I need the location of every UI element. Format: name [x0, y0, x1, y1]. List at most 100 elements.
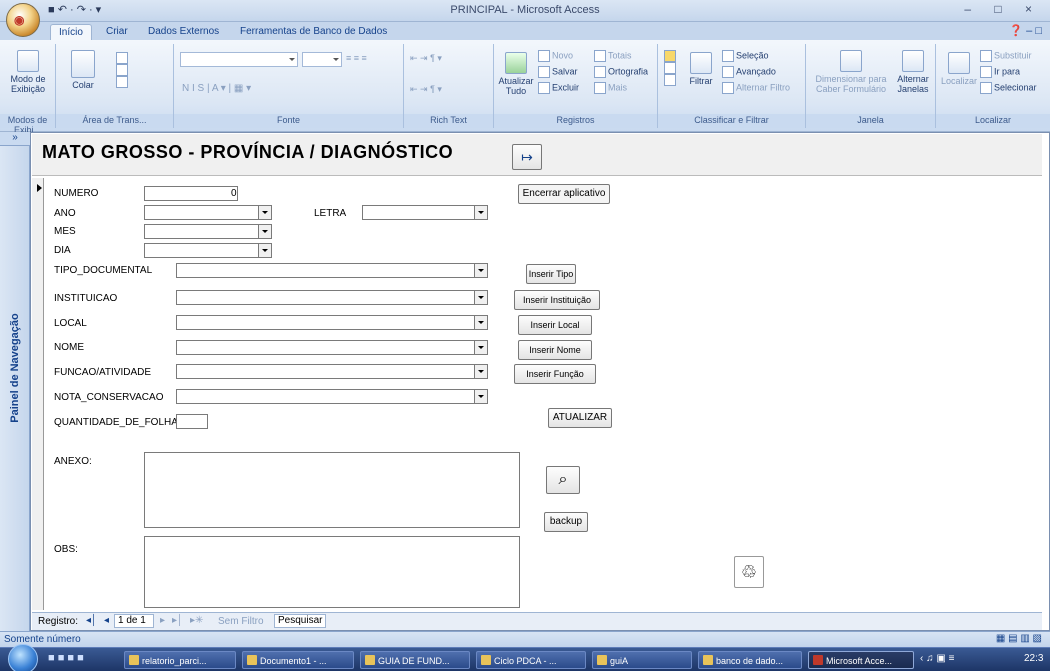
- inserir-local-button[interactable]: Inserir Local: [518, 315, 592, 335]
- inserir-instituicao-button[interactable]: Inserir Instituição: [514, 290, 600, 310]
- document-icon: [247, 655, 257, 665]
- font-name-combo[interactable]: [180, 52, 298, 67]
- help-controls[interactable]: ❓ – □: [1009, 24, 1042, 37]
- new-record-icon[interactable]: ▸✳: [190, 615, 203, 626]
- binoculars-icon: [948, 52, 970, 74]
- tab-ferramentas[interactable]: Ferramentas de Banco de Dados: [232, 24, 395, 40]
- more-button[interactable]: Mais: [594, 82, 627, 94]
- toggle-filter-icon: [722, 82, 734, 94]
- office-button[interactable]: ◉: [6, 3, 40, 37]
- ribbon-tab-row: Início Criar Dados Externos Ferramentas …: [0, 22, 1050, 40]
- inserir-nome-button[interactable]: Inserir Nome: [518, 340, 592, 360]
- goto-button[interactable]: Ir para: [980, 66, 1020, 78]
- group-registros: Atualizar Tudo Novo Salvar Excluir Totai…: [494, 44, 658, 128]
- anexo-textarea[interactable]: [144, 452, 520, 528]
- letra-label: LETRA: [314, 208, 347, 219]
- tab-dados-externos[interactable]: Dados Externos: [140, 24, 227, 40]
- local-select[interactable]: [176, 315, 488, 330]
- mes-label: MES: [54, 226, 76, 237]
- filter-status[interactable]: Sem Filtro: [218, 616, 264, 627]
- list-buttons[interactable]: ⇤ ⇥ ¶ ▾: [410, 84, 442, 94]
- funcao-select[interactable]: [176, 364, 488, 379]
- save-record-button[interactable]: Salvar: [538, 66, 578, 78]
- spelling-button[interactable]: Ortografia: [594, 66, 648, 78]
- status-text: Somente número: [4, 634, 81, 645]
- font-format-buttons[interactable]: N I S | A ▾ | ▦ ▾: [182, 84, 251, 94]
- paste-button[interactable]: Colar: [66, 50, 100, 90]
- select-button[interactable]: Selecionar: [980, 82, 1037, 94]
- view-mode-button[interactable]: Modo de Exibição: [8, 50, 48, 94]
- nota-conservacao-select[interactable]: [176, 389, 488, 404]
- refresh-all-button[interactable]: Atualizar Tudo: [498, 52, 534, 96]
- new-record-button[interactable]: Novo: [538, 50, 573, 62]
- tab-inicio[interactable]: Início: [50, 24, 92, 40]
- record-selector[interactable]: [32, 178, 44, 610]
- taskbar-item[interactable]: Documento1 - ...: [242, 651, 354, 669]
- record-navigation-bar: Registro: ◂│ ◂ 1 de 1 ▸ ▸│ ▸✳ Sem Filtro…: [32, 612, 1042, 630]
- clock[interactable]: 22:3: [1024, 653, 1043, 664]
- cut-copy-icons[interactable]: [116, 52, 130, 88]
- quantidade-folha-field[interactable]: [176, 414, 208, 429]
- next-record-icon[interactable]: ▸: [160, 615, 165, 626]
- fit-label: Dimensionar para Caber Formulário: [815, 74, 887, 94]
- find-button[interactable]: Localizar: [940, 52, 978, 86]
- mes-select[interactable]: [144, 224, 272, 239]
- inserir-funcao-button[interactable]: Inserir Função: [514, 364, 596, 384]
- obs-textarea[interactable]: [144, 536, 520, 608]
- advanced-filter-button[interactable]: Avançado: [722, 66, 776, 78]
- numero-field[interactable]: 0: [144, 186, 238, 201]
- inserir-tipo-button[interactable]: Inserir Tipo: [526, 264, 576, 284]
- atualizar-button[interactable]: ATUALIZAR: [548, 408, 612, 428]
- delete-record-button[interactable]: Excluir: [538, 82, 579, 94]
- clear-sort-icon: [664, 74, 676, 86]
- nav-pane-toggle[interactable]: »: [0, 132, 30, 146]
- indent-buttons[interactable]: ⇤ ⇥ ¶ ▾: [410, 53, 442, 63]
- taskbar-item[interactable]: Ciclo PDCA - ...: [476, 651, 586, 669]
- selection-filter-button[interactable]: Seleção: [722, 50, 769, 62]
- dia-select[interactable]: [144, 243, 272, 258]
- filter-button[interactable]: Filtrar: [686, 52, 716, 86]
- taskbar-item[interactable]: guiA: [592, 651, 692, 669]
- group-label: Registros: [494, 114, 657, 128]
- group-fonte: ≡ ≡ ≡ N I S | A ▾ | ▦ ▾ Fonte: [174, 44, 404, 128]
- taskbar-item[interactable]: banco de dado...: [698, 651, 802, 669]
- fit-to-form-button[interactable]: Dimensionar para Caber Formulário: [812, 50, 890, 94]
- selection-icon: [722, 50, 734, 62]
- taskbar-item-active[interactable]: Microsoft Acce...: [808, 651, 914, 669]
- replace-button[interactable]: Substituir: [980, 50, 1032, 62]
- exit-app-label[interactable]: Encerrar aplicativo: [518, 184, 610, 204]
- search-box[interactable]: Pesquisar: [274, 614, 326, 628]
- advanced-label: Avançado: [736, 66, 776, 77]
- anexo-label: ANEXO:: [54, 456, 92, 467]
- start-button[interactable]: [8, 644, 38, 671]
- switch-windows-button[interactable]: Alternar Janelas: [894, 50, 932, 94]
- taskbar-item[interactable]: relatorio_parci...: [124, 651, 236, 669]
- tipo-documental-select[interactable]: [176, 263, 488, 278]
- exit-app-icon-button[interactable]: ↦: [512, 144, 542, 170]
- quick-launch-icons[interactable]: ■ ■ ■ ■: [48, 652, 118, 668]
- view-icon: [17, 50, 39, 72]
- system-tray-icons[interactable]: ‹ ♫ ▣ ≡: [920, 653, 954, 664]
- tab-criar[interactable]: Criar: [98, 24, 136, 40]
- nome-select[interactable]: [176, 340, 488, 355]
- search-icon[interactable]: ⌕: [546, 466, 580, 494]
- prev-record-icon[interactable]: ◂: [104, 615, 109, 626]
- align-buttons[interactable]: ≡ ≡ ≡: [346, 53, 367, 63]
- navigation-pane[interactable]: » Painel de Navegação: [0, 132, 30, 631]
- trash-icon[interactable]: ♲: [734, 556, 764, 588]
- first-record-icon[interactable]: ◂│: [86, 615, 97, 626]
- last-record-icon[interactable]: ▸│: [172, 615, 183, 626]
- font-size-combo[interactable]: [302, 52, 342, 67]
- backup-button[interactable]: backup: [544, 512, 588, 532]
- letra-select[interactable]: [362, 205, 488, 220]
- ano-select[interactable]: [144, 205, 272, 220]
- toggle-filter-button[interactable]: Alternar Filtro: [722, 82, 790, 94]
- view-switcher-icons[interactable]: ▦ ▤ ▥ ▧: [996, 633, 1042, 644]
- record-position[interactable]: 1 de 1: [114, 614, 154, 628]
- sort-buttons[interactable]: [664, 50, 678, 86]
- folder-icon: [703, 655, 713, 665]
- totals-button[interactable]: Totais: [594, 50, 632, 62]
- taskbar-item[interactable]: GUIA DE FUND...: [360, 651, 470, 669]
- instituicao-select[interactable]: [176, 290, 488, 305]
- window-controls[interactable]: – □ ×: [964, 2, 1042, 16]
